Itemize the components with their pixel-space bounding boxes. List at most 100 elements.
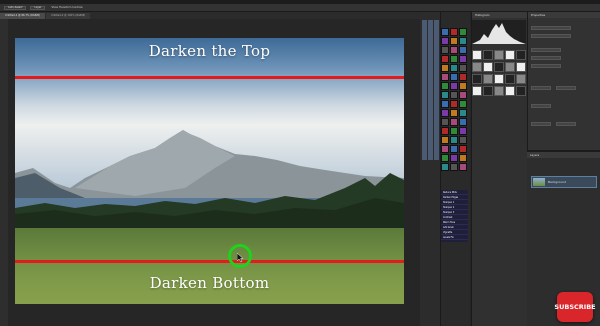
action-button[interactable] [441,100,449,108]
preset-swatch[interactable] [483,50,493,60]
action-button[interactable] [459,145,467,153]
action-button[interactable] [459,163,467,171]
action-button[interactable] [459,91,467,99]
preset-swatch[interactable] [472,74,482,84]
action-button[interactable] [459,118,467,126]
action-button[interactable] [441,37,449,45]
top-guide-line [15,76,404,79]
action-button[interactable] [459,100,467,108]
tab-document-2[interactable]: Untitled-2 @ 100% (RGB/8) [45,13,91,19]
preset-swatch[interactable] [494,50,504,60]
action-button[interactable] [450,55,458,63]
action-button[interactable] [459,73,467,81]
action-button[interactable] [450,163,458,171]
property-field[interactable] [531,64,561,68]
action-button[interactable] [459,37,467,45]
preset-swatch[interactable] [483,62,493,72]
layer-mode-select[interactable]: Layer [30,5,46,10]
property-field[interactable] [556,122,576,126]
action-list: Reduce Mids Darken Edges Sharpen 1 Sharpen … [441,190,468,242]
preset-swatch[interactable] [494,86,504,96]
action-button[interactable] [459,28,467,36]
preset-swatch[interactable] [483,86,493,96]
preset-swatch[interactable] [516,62,526,72]
action-button[interactable] [459,64,467,72]
preset-swatch[interactable] [483,74,493,84]
action-button[interactable] [441,46,449,54]
preset-swatch[interactable] [472,50,482,60]
properties-panel-title[interactable]: Properties [528,12,600,18]
preset-swatch[interactable] [494,74,504,84]
action-button[interactable] [459,46,467,54]
layers-panel-title[interactable]: Layers [527,152,600,158]
action-button[interactable] [441,64,449,72]
top-caption: Darken the Top [148,42,271,60]
action-button[interactable] [441,163,449,171]
action-buttons-grid [441,28,469,171]
preset-swatch[interactable] [505,86,515,96]
grass-field [15,228,404,304]
action-button[interactable] [441,127,449,135]
action-button[interactable] [441,55,449,63]
document-canvas[interactable]: Darken the Top Darken Bottom [15,38,404,304]
action-button[interactable] [450,154,458,162]
action-button[interactable] [450,37,458,45]
action-button[interactable] [441,154,449,162]
property-field[interactable] [531,34,571,38]
preset-swatch[interactable] [472,86,482,96]
action-button[interactable] [441,91,449,99]
document-tabs: Untitled-1 @ 66.7% (RGB/8) Untitled-2 @ … [0,12,420,19]
action-button[interactable] [459,55,467,63]
action-button[interactable] [459,109,467,117]
action-button[interactable] [450,64,458,72]
property-field[interactable] [531,86,551,90]
action-button[interactable] [450,127,458,135]
action-button[interactable] [450,118,458,126]
property-field[interactable] [531,48,561,52]
action-button[interactable] [450,73,458,81]
property-field[interactable] [531,26,571,30]
preset-swatch[interactable] [505,74,515,84]
action-button[interactable] [459,82,467,90]
action-button[interactable] [441,136,449,144]
action-button[interactable] [450,46,458,54]
histogram-panel-title[interactable]: Histogram [472,12,527,18]
left-tool-strip [0,19,8,326]
action-button[interactable] [450,91,458,99]
action-list-item[interactable]: Levels Fix [441,235,468,240]
layer-thumbnail [533,178,545,186]
action-button[interactable] [441,73,449,81]
action-button[interactable] [450,136,458,144]
property-field[interactable] [531,104,551,108]
property-field[interactable] [531,56,561,60]
action-button[interactable] [441,82,449,90]
preset-swatch[interactable] [505,50,515,60]
action-button[interactable] [450,145,458,153]
preset-swatch[interactable] [505,62,515,72]
bw-preset-grid [472,50,526,100]
action-button[interactable] [441,145,449,153]
layer-name: Background [548,180,566,184]
preset-swatch[interactable] [516,86,526,96]
action-button[interactable] [450,109,458,117]
action-button[interactable] [450,28,458,36]
action-button[interactable] [441,109,449,117]
show-transform-controls[interactable]: Show Transform Controls [51,6,82,9]
property-field[interactable] [531,122,551,126]
preset-swatch[interactable] [472,62,482,72]
histogram-graph [472,20,526,44]
action-button[interactable] [459,154,467,162]
action-button[interactable] [450,82,458,90]
auto-select-toggle[interactable]: Auto-Select [4,5,27,10]
action-button[interactable] [459,136,467,144]
options-bar: Auto-Select Layer Show Transform Control… [0,4,600,12]
subscribe-button[interactable]: SUBSCRIBE [554,292,596,322]
action-button[interactable] [450,100,458,108]
action-button[interactable] [441,28,449,36]
preset-swatch[interactable] [516,74,526,84]
action-button[interactable] [459,127,467,135]
action-button[interactable] [441,118,449,126]
preset-swatch[interactable] [516,50,526,60]
preset-swatch[interactable] [494,62,504,72]
property-field[interactable] [556,86,576,90]
